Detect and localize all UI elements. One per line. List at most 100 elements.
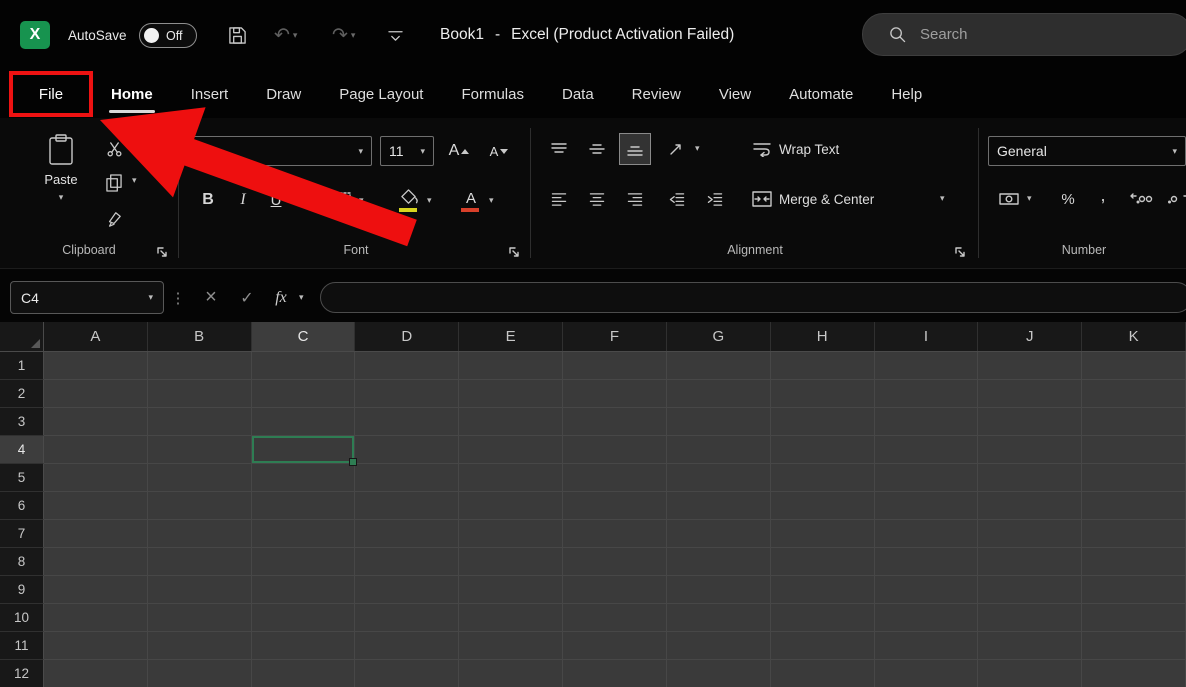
cell-A12[interactable] (44, 660, 148, 687)
copy-button[interactable] (100, 170, 128, 196)
accounting-format-button[interactable] (994, 184, 1024, 214)
cell-B4[interactable] (148, 436, 252, 464)
cell-K10[interactable] (1082, 604, 1186, 632)
cell-D9[interactable] (355, 576, 459, 604)
cell-G3[interactable] (667, 408, 771, 436)
cell-F9[interactable] (563, 576, 667, 604)
cell-G7[interactable] (667, 520, 771, 548)
cell-B1[interactable] (148, 352, 252, 380)
row-header-12[interactable]: 12 (0, 660, 44, 687)
font-color-button[interactable]: A (458, 182, 484, 214)
cell-H3[interactable] (771, 408, 875, 436)
cell-J8[interactable] (978, 548, 1082, 576)
cell-G12[interactable] (667, 660, 771, 687)
row-header-5[interactable]: 5 (0, 464, 44, 492)
cell-G9[interactable] (667, 576, 771, 604)
cell-H10[interactable] (771, 604, 875, 632)
underline-button[interactable]: U (262, 184, 290, 216)
cell-D2[interactable] (355, 380, 459, 408)
column-header-I[interactable]: I (875, 322, 979, 351)
cell-J9[interactable] (978, 576, 1082, 604)
cell-K2[interactable] (1082, 380, 1186, 408)
percent-style-button[interactable]: % (1056, 184, 1080, 214)
cell-K4[interactable] (1082, 436, 1186, 464)
formula-input[interactable] (320, 282, 1186, 313)
cell-C7[interactable] (252, 520, 356, 548)
font-name-combo[interactable]: ▾ (192, 136, 372, 166)
tab-insert[interactable]: Insert (177, 70, 243, 118)
cell-C10[interactable] (252, 604, 356, 632)
column-header-A[interactable]: A (44, 322, 148, 351)
row-header-8[interactable]: 8 (0, 548, 44, 576)
cell-J6[interactable] (978, 492, 1082, 520)
cell-A11[interactable] (44, 632, 148, 660)
orientation-button[interactable] (662, 134, 692, 164)
number-format-dropdown-icon[interactable]: ▾ (1172, 147, 1177, 156)
cell-I3[interactable] (875, 408, 979, 436)
cell-D11[interactable] (355, 632, 459, 660)
cell-D10[interactable] (355, 604, 459, 632)
tab-page-layout[interactable]: Page Layout (325, 70, 437, 118)
customize-quick-access-button[interactable] (388, 0, 403, 70)
cell-E9[interactable] (459, 576, 563, 604)
enter-button[interactable]: ✓ (230, 281, 264, 314)
cell-K7[interactable] (1082, 520, 1186, 548)
cell-J5[interactable] (978, 464, 1082, 492)
cell-C11[interactable] (252, 632, 356, 660)
borders-dropdown-icon[interactable]: ▾ (359, 196, 364, 205)
cell-G2[interactable] (667, 380, 771, 408)
cell-E5[interactable] (459, 464, 563, 492)
cell-F12[interactable] (563, 660, 667, 687)
cell-A1[interactable] (44, 352, 148, 380)
cell-F10[interactable] (563, 604, 667, 632)
cell-E2[interactable] (459, 380, 563, 408)
cell-A8[interactable] (44, 548, 148, 576)
font-dialog-launcher[interactable] (508, 245, 520, 263)
cell-K5[interactable] (1082, 464, 1186, 492)
underline-dropdown-icon[interactable]: ▾ (293, 196, 298, 205)
cell-A10[interactable] (44, 604, 148, 632)
cell-H5[interactable] (771, 464, 875, 492)
merge-center-dropdown-icon[interactable]: ▾ (940, 194, 945, 203)
tab-view[interactable]: View (705, 70, 765, 118)
align-center-button[interactable] (582, 184, 612, 214)
cell-E8[interactable] (459, 548, 563, 576)
cell-I8[interactable] (875, 548, 979, 576)
cell-F1[interactable] (563, 352, 667, 380)
font-size-combo[interactable]: 11 ▾ (380, 136, 434, 166)
cell-A2[interactable] (44, 380, 148, 408)
bold-button[interactable]: B (194, 184, 222, 216)
cell-J11[interactable] (978, 632, 1082, 660)
cell-F6[interactable] (563, 492, 667, 520)
tab-formulas[interactable]: Formulas (447, 70, 538, 118)
cell-A6[interactable] (44, 492, 148, 520)
fx-dropdown-icon[interactable]: ▾ (299, 293, 304, 302)
cell-G10[interactable] (667, 604, 771, 632)
align-top-button[interactable] (544, 134, 574, 164)
row-header-4[interactable]: 4 (0, 436, 44, 464)
cell-B7[interactable] (148, 520, 252, 548)
cell-E10[interactable] (459, 604, 563, 632)
cell-B12[interactable] (148, 660, 252, 687)
cell-H11[interactable] (771, 632, 875, 660)
clipboard-dialog-launcher[interactable] (156, 245, 168, 263)
cell-J7[interactable] (978, 520, 1082, 548)
number-format-combo[interactable]: General ▾ (988, 136, 1186, 166)
cell-C12[interactable] (252, 660, 356, 687)
cell-J12[interactable] (978, 660, 1082, 687)
cell-K3[interactable] (1082, 408, 1186, 436)
search-box[interactable]: Search (862, 13, 1186, 56)
tab-draw[interactable]: Draw (252, 70, 315, 118)
cell-H9[interactable] (771, 576, 875, 604)
fill-color-button[interactable] (396, 182, 422, 214)
cell-B8[interactable] (148, 548, 252, 576)
cell-I11[interactable] (875, 632, 979, 660)
fill-color-dropdown-icon[interactable]: ▾ (427, 196, 432, 205)
autosave-toggle[interactable]: Off (139, 23, 197, 48)
cell-D8[interactable] (355, 548, 459, 576)
column-header-D[interactable]: D (355, 322, 459, 351)
cell-B3[interactable] (148, 408, 252, 436)
paste-button[interactable]: Paste ▾ (32, 128, 90, 242)
decrease-font-size-button[interactable]: A (482, 136, 516, 166)
cell-E12[interactable] (459, 660, 563, 687)
